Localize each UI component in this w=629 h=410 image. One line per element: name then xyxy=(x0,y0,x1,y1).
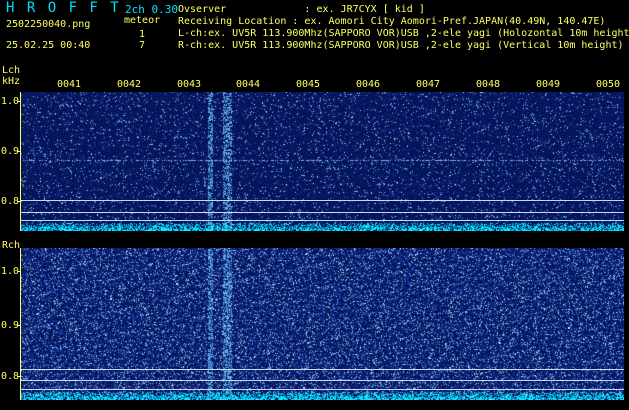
app-title: H R O F F T xyxy=(6,0,121,16)
lch-guide-line xyxy=(21,220,624,221)
rch-guide-line xyxy=(21,369,624,370)
meteor-count-lch: 1 xyxy=(139,29,146,40)
rch-waterfall-spectrogram xyxy=(21,248,624,400)
time-label-0042: 0042 xyxy=(117,79,142,90)
time-label-0041: 0041 xyxy=(57,79,82,90)
meteor-count-label: meteor xyxy=(124,15,161,26)
time-label-0045: 0045 xyxy=(296,79,321,90)
rch-guide-line xyxy=(21,389,624,390)
rch-tick-label-1-0: 1.0 xyxy=(1,266,20,277)
lch-tick-label-1-0: 1.0 xyxy=(1,96,20,107)
meteor-count-rch: 7 xyxy=(139,40,146,51)
rch-label: Rch xyxy=(2,240,21,251)
lch-guide-line xyxy=(21,200,624,201)
datetime-label: 25.02.25 00:40 xyxy=(6,40,91,51)
time-label-0048: 0048 xyxy=(476,79,501,90)
time-label-0049: 0049 xyxy=(536,79,561,90)
lch-label: Lch xyxy=(2,65,21,76)
rch-tick-label-0-8: 0.8 xyxy=(1,371,20,382)
lch-guide-line xyxy=(21,212,624,213)
time-label-0050: 0050 xyxy=(596,79,621,90)
lch-receiver-line: L-ch:ex. UV5R 113.900Mhz(SAPPORO VOR)USB… xyxy=(178,28,629,39)
lch-waterfall-spectrogram xyxy=(21,92,624,231)
time-label-0047: 0047 xyxy=(416,79,441,90)
rch-tick-label-0-9: 0.9 xyxy=(1,320,20,331)
time-label-0044: 0044 xyxy=(236,79,261,90)
time-label-0043: 0043 xyxy=(177,79,202,90)
lch-tick-label-0-8: 0.8 xyxy=(1,196,20,207)
lch-tick-label-0-9: 0.9 xyxy=(1,146,20,157)
version-label: 2ch 0.30 xyxy=(125,3,178,16)
freq-unit-label: kHz xyxy=(2,76,21,87)
observer-line: Ovserver : ex. JR7CYX [ kid ] xyxy=(178,4,425,15)
location-line: Receiving Location : ex. Aomori City Aom… xyxy=(178,16,606,27)
filename-label: 2502250040.png xyxy=(6,19,91,30)
rch-guide-line xyxy=(21,380,624,381)
time-label-0046: 0046 xyxy=(356,79,381,90)
rch-receiver-line: R-ch:ex. UV5R 113.900Mhz(SAPPORO VOR)USB… xyxy=(178,40,624,51)
